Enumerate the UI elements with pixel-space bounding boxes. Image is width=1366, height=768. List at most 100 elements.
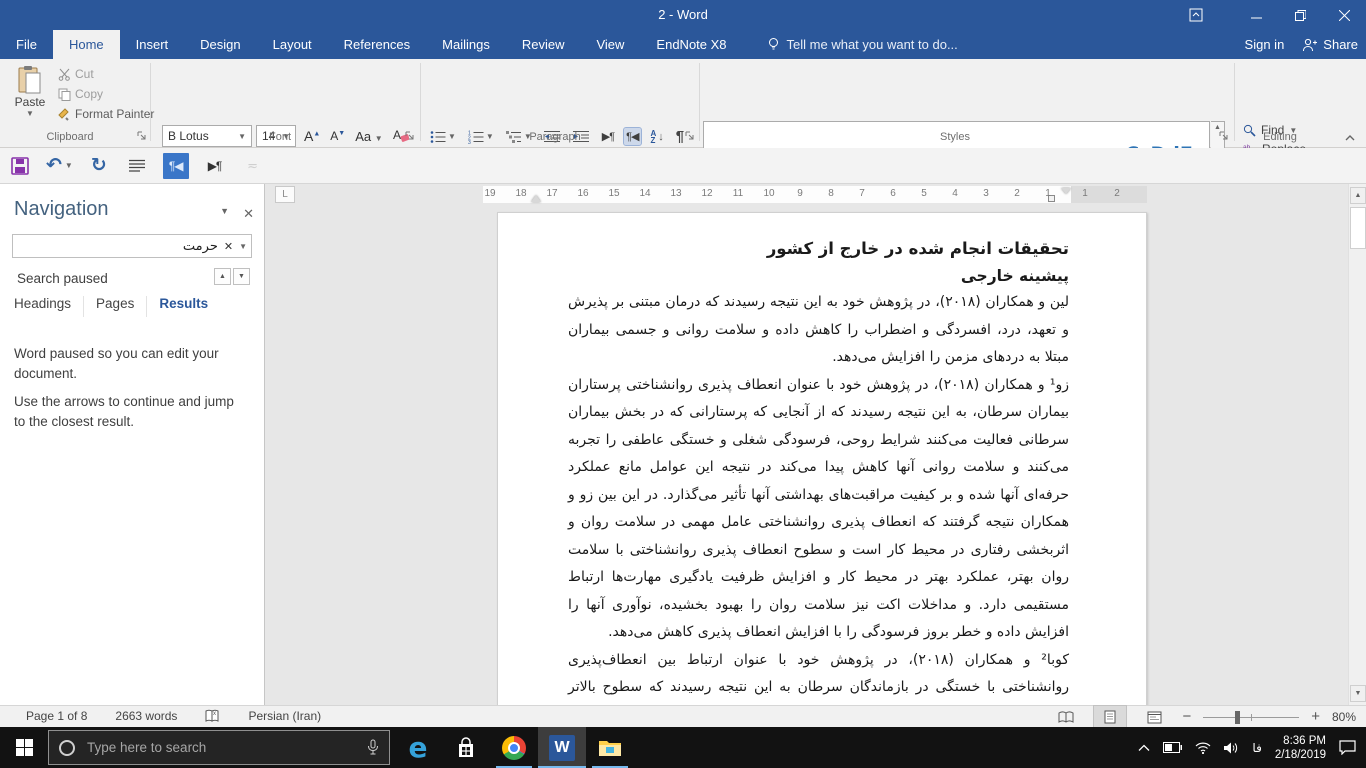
change-case-button[interactable]: Aa ▼ [355,129,382,144]
taskbar-search-box[interactable]: Type here to search [48,730,390,765]
nav-tab-results[interactable]: Results [159,296,220,317]
ruler[interactable]: 1918171615141312111098765432112 [265,186,1348,203]
next-result-button[interactable]: ▼ [233,268,250,285]
tell-me-label: Tell me what you want to do... [787,37,958,52]
taskbar: Type here to search e W فا 8:36 PM 2/18/… [0,727,1366,768]
font-name-combo[interactable]: B Lotus▼ [162,125,252,147]
taskbar-edge-icon[interactable]: e [394,727,442,768]
tab-stop-selector[interactable]: L [275,186,295,203]
navigation-search-box[interactable]: ▼ ✕ حرمت [12,234,252,258]
copy-button[interactable]: Copy [58,87,103,101]
share-button[interactable]: Share [1302,37,1358,52]
ribbon-tab-strip: FileHomeInsertDesignLayoutReferencesMail… [0,30,743,59]
nav-tab-headings[interactable]: Headings [14,296,84,317]
action-center-icon[interactable] [1339,740,1356,755]
zoom-out-button[interactable]: − [1182,712,1191,722]
input-language-badge[interactable]: فا [1252,741,1261,755]
read-mode-button[interactable] [1050,706,1082,728]
page-indicator[interactable]: Page 1 of 8 [26,709,87,723]
bullets-button[interactable]: ▼ [428,128,458,146]
scrollbar-thumb[interactable] [1350,207,1366,249]
paste-button[interactable]: Paste ▼ [8,65,52,131]
restore-button[interactable] [1278,0,1322,30]
tell-me-box[interactable]: Tell me what you want to do... [767,30,958,59]
web-layout-button[interactable] [1138,706,1170,728]
search-clear-icon[interactable]: ✕ [224,240,233,253]
tab-mailings[interactable]: Mailings [426,30,506,59]
minimize-button[interactable] [1234,0,1278,30]
tab-file[interactable]: File [0,30,53,59]
tray-chevron-up-icon[interactable] [1138,744,1150,752]
ruler-number: 17 [546,188,557,199]
ruler-number: 10 [763,188,774,199]
close-button[interactable] [1322,0,1366,30]
styles-dialog-launcher-icon[interactable] [1218,130,1230,142]
taskbar-word-icon[interactable]: W [538,727,586,768]
scissors-icon [58,68,71,81]
battery-icon[interactable] [1163,742,1182,753]
tab-insert[interactable]: Insert [120,30,185,59]
proofing-error-icon[interactable]: x [205,709,220,723]
language-indicator[interactable]: Persian (Iran) [248,709,321,723]
taskbar-chrome-icon[interactable] [490,727,538,768]
first-line-indent-marker[interactable] [1061,188,1071,194]
qat-ltr-direction-button[interactable]: ▶¶ [203,153,227,179]
microphone-icon[interactable] [367,739,379,756]
document-paragraph: زو¹ و همکاران (۲۰۱۸)، در پژوهش خود با عن… [568,372,1069,647]
ltr-direction-button[interactable]: ▶¶ [600,128,616,145]
tab-home[interactable]: Home [53,30,120,59]
navigation-close-icon[interactable]: ✕ [243,206,254,222]
previous-result-button[interactable]: ▲ [214,268,231,285]
tab-view[interactable]: View [580,30,640,59]
numbering-icon: 123 [468,130,484,144]
sign-in-link[interactable]: Sign in [1245,37,1285,52]
clipboard-dialog-launcher-icon[interactable] [136,130,148,142]
vertical-scrollbar[interactable]: ▲ ▼ [1348,184,1366,705]
ribbon-display-options-icon[interactable] [1176,0,1216,30]
zoom-in-button[interactable]: + [1311,712,1320,722]
shrink-font-button[interactable]: A▼ [330,129,345,143]
navigation-menu-arrow-icon[interactable]: ▼ [220,206,229,222]
rtl-direction-button[interactable]: ¶◀ [624,128,640,145]
tab-design[interactable]: Design [184,30,256,59]
print-layout-button[interactable] [1094,706,1126,728]
collapse-ribbon-icon[interactable] [1344,133,1356,143]
redo-button[interactable]: ↻ [87,153,111,179]
paste-dropdown-arrow[interactable]: ▼ [26,109,34,118]
hanging-indent-marker[interactable] [531,195,541,202]
numbering-button[interactable]: 123▼ [466,128,496,146]
paragraph-dialog-launcher-icon[interactable] [684,130,696,142]
wifi-icon[interactable] [1195,742,1211,754]
cut-button[interactable]: Cut [58,67,94,81]
font-dialog-launcher-icon[interactable] [404,130,416,142]
document-page[interactable]: تحقیقات انجام شده در خارج از کشور پیشینه… [497,212,1147,705]
zoom-slider[interactable] [1203,706,1299,728]
zoom-level[interactable]: 80% [1332,710,1356,724]
scroll-down-arrow-icon[interactable]: ▼ [1350,685,1366,702]
zoom-slider-thumb[interactable] [1235,711,1240,724]
undo-button[interactable]: ↶▼ [46,153,73,179]
save-button[interactable] [8,153,32,179]
qat-more-button[interactable]: ≂ [241,153,265,179]
scroll-up-arrow-icon[interactable]: ▲ [1350,187,1366,204]
qat-justify-button[interactable] [125,153,149,179]
tab-endnote-x8[interactable]: EndNote X8 [640,30,742,59]
volume-icon[interactable] [1224,742,1239,754]
word-count[interactable]: 2663 words [115,709,177,723]
ruler-number: 1 [1082,188,1088,199]
search-dropdown-arrow-icon[interactable]: ▼ [239,242,247,251]
taskbar-explorer-icon[interactable] [586,727,634,768]
print-layout-icon [1103,710,1117,724]
sort-button[interactable]: AZ↓ [649,128,666,146]
format-painter-button[interactable]: Format Painter [58,107,154,121]
svg-text:3: 3 [468,140,471,144]
taskbar-store-icon[interactable] [442,727,490,768]
tab-references[interactable]: References [328,30,426,59]
nav-tab-pages[interactable]: Pages [96,296,147,317]
share-label: Share [1323,37,1358,52]
tab-layout[interactable]: Layout [257,30,328,59]
start-button[interactable] [0,727,48,768]
tab-review[interactable]: Review [506,30,581,59]
qat-rtl-direction-button[interactable]: ¶◀ [163,153,189,179]
taskbar-clock[interactable]: 8:36 PM 2/18/2019 [1275,734,1326,762]
